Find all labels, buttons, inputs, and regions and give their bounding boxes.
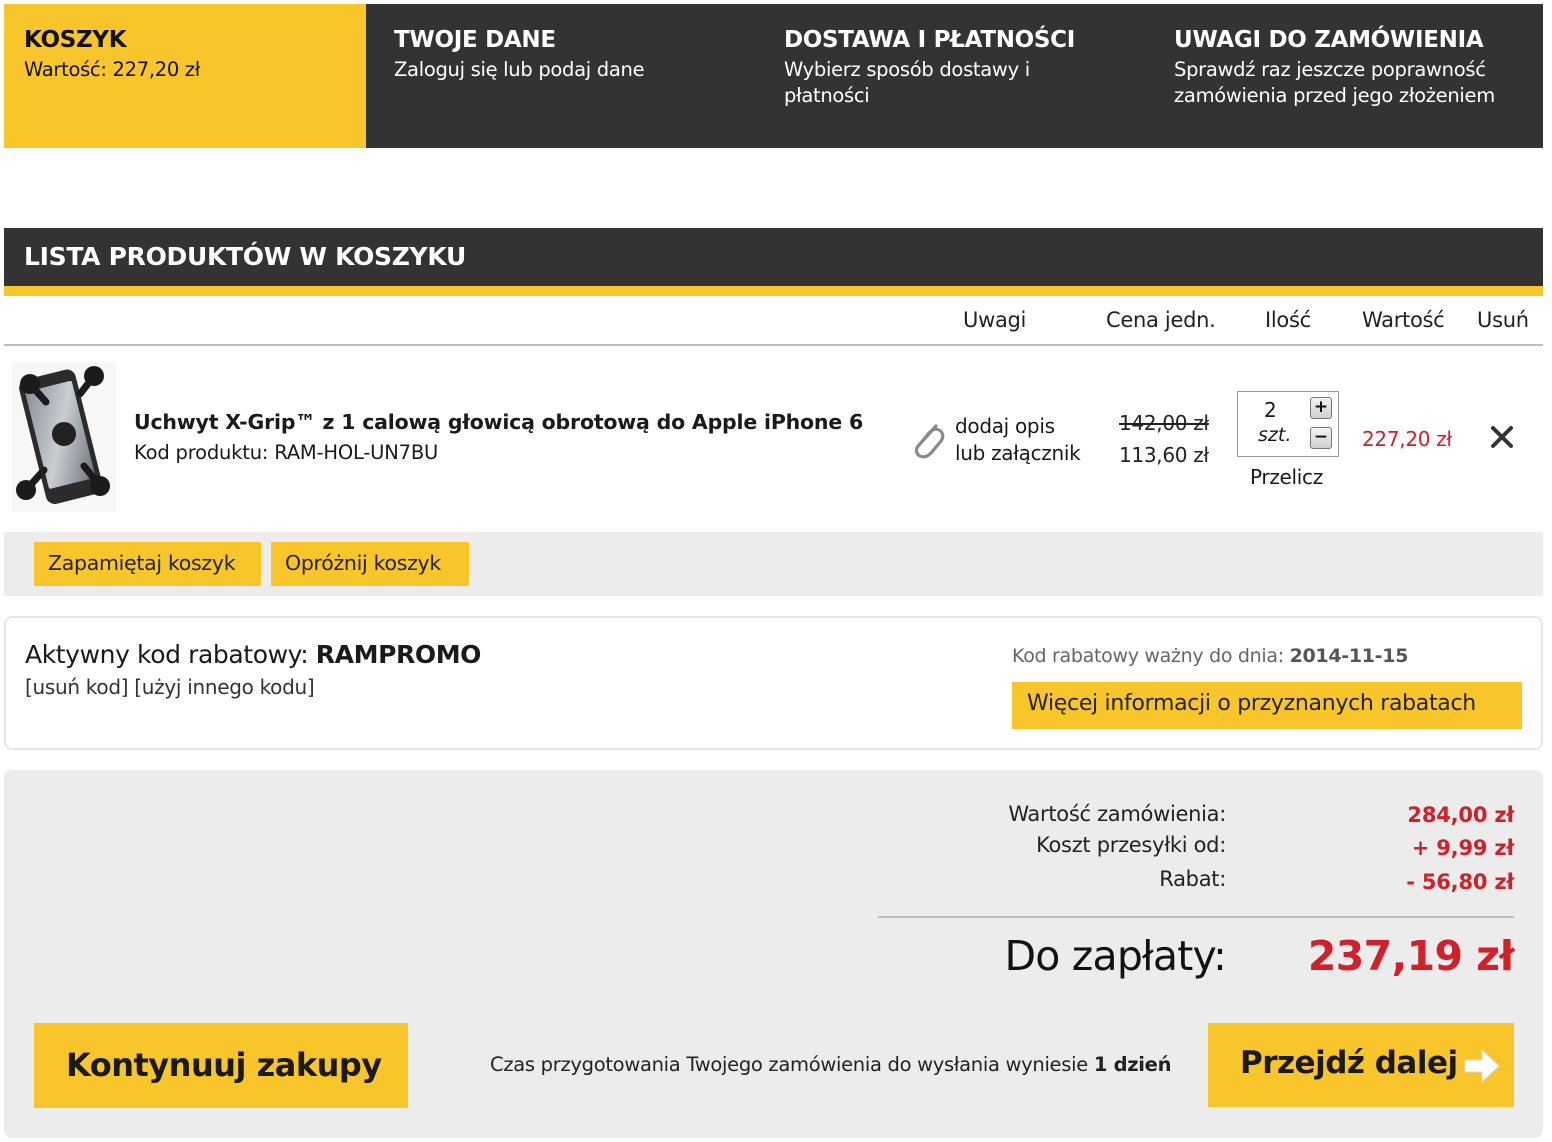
discount-valid-until: Kod rabatowy ważny do dnia: 2014-11-15: [1012, 645, 1408, 667]
product-name[interactable]: Uchwyt X-Grip™ z 1 calową głowicą obroto…: [134, 410, 863, 434]
remove-item-icon[interactable]: [1489, 424, 1515, 450]
column-header-remove: Usuń: [1477, 308, 1529, 332]
shipping-cost-label: Koszt przesyłki od:: [1036, 833, 1226, 857]
step-cart[interactable]: KOSZYK Wartość: 227,20 zł: [4, 4, 366, 148]
discount-code-label: Aktywny kod rabatowy: RAMPROMO: [25, 640, 481, 669]
step-notes-desc-line2: zamówienia przed jego złożeniem: [1174, 84, 1495, 107]
step-your-data[interactable]: TWOJE DANE Zaloguj się lub podaj dane: [394, 4, 764, 148]
total-label: Do zapłaty:: [1004, 932, 1226, 980]
step-delivery[interactable]: DOSTAWA I PŁATNOŚCI Wybierz sposób dosta…: [784, 4, 1154, 148]
discount-info-button[interactable]: Więcej informacji o przyznanych rabatach: [1012, 682, 1522, 729]
row-value: 227,20 zł: [1362, 427, 1452, 451]
discount-valid-date: 2014-11-15: [1289, 645, 1409, 667]
proceed-button-label: Przejdź dalej: [1240, 1045, 1458, 1081]
checkout-steps: KOSZYK Wartość: 227,20 zł TWOJE DANE Zal…: [4, 4, 1543, 148]
quantity-value[interactable]: 2: [1264, 398, 1277, 422]
product-code: Kod produktu: RAM-HOL-UN7BU: [134, 441, 439, 464]
order-value: 284,00 zł: [1407, 803, 1514, 827]
step-cart-desc: Wartość: 227,20 zł: [24, 58, 201, 81]
shipping-cost: + 9,99 zł: [1411, 836, 1514, 860]
step-your-data-title: TWOJE DANE: [394, 27, 556, 53]
paperclip-icon[interactable]: [910, 418, 946, 462]
step-cart-title: KOSZYK: [24, 27, 127, 53]
step-delivery-desc: Wybierz sposób dostawy i płatności: [784, 57, 1154, 109]
arrow-right-icon[interactable]: [1462, 1046, 1502, 1086]
column-header-notes: Uwagi: [963, 308, 1027, 332]
continue-shopping-button[interactable]: Kontynuuj zakupy: [34, 1023, 408, 1108]
unit-price-old: 142,00 zł: [1119, 411, 1209, 435]
quantity-decrease-button[interactable]: −: [1310, 427, 1332, 449]
quantity-increase-button[interactable]: +: [1310, 397, 1332, 419]
use-other-code-link[interactable]: [użyj innego kodu]: [134, 675, 314, 699]
column-header-value: Wartość: [1362, 308, 1445, 332]
step-notes-desc-line1: Sprawdź raz jeszcze poprawność: [1174, 58, 1486, 81]
cart-list-title-stripe: [4, 286, 1543, 296]
discount-amount: - 56,80 zł: [1406, 870, 1514, 894]
step-delivery-desc-line1: Wybierz sposób dostawy i: [784, 58, 1030, 81]
order-value-label: Wartość zamówienia:: [1008, 802, 1226, 826]
step-delivery-title: DOSTAWA I PŁATNOŚCI: [784, 27, 1076, 53]
total-amount: 237,19 zł: [1307, 932, 1515, 980]
discount-amount-label: Rabat:: [1159, 867, 1226, 891]
step-your-data-desc: Zaloguj się lub podaj dane: [394, 58, 645, 81]
step-delivery-desc-line2: płatności: [784, 84, 870, 107]
column-header-unit-price: Cena jedn.: [1106, 308, 1216, 332]
empty-cart-button[interactable]: Opróżnij koszyk: [271, 542, 469, 586]
remove-code-link[interactable]: [usuń kod]: [25, 675, 129, 699]
add-note-line2: lub załącznik: [955, 441, 1081, 465]
save-cart-button[interactable]: Zapamiętaj koszyk: [34, 542, 261, 586]
quantity-unit: szt.: [1258, 424, 1292, 446]
summary-divider: [878, 916, 1514, 918]
recalculate-link[interactable]: Przelicz: [1250, 465, 1323, 489]
preparation-time-text: Czas przygotowania Twojego zamówienia do…: [490, 1053, 1094, 1076]
add-note-line1: dodaj opis: [955, 414, 1055, 438]
column-header-divider: [4, 344, 1543, 346]
discount-links: [usuń kod] [użyj innego kodu]: [25, 675, 315, 699]
cart-list-title: LISTA PRODUKTÓW W KOSZYKU: [4, 228, 1543, 286]
step-notes[interactable]: UWAGI DO ZAMÓWIENIA Sprawdź raz jeszcze …: [1174, 4, 1543, 148]
preparation-time-days: 1 dzień: [1093, 1053, 1172, 1076]
discount-code-label-text: Aktywny kod rabatowy:: [25, 640, 316, 669]
preparation-time-note: Czas przygotowania Twojego zamówienia do…: [490, 1053, 1171, 1076]
discount-code-value: RAMPROMO: [315, 640, 482, 669]
discount-valid-label: Kod rabatowy ważny do dnia:: [1012, 645, 1290, 667]
step-notes-title: UWAGI DO ZAMÓWIENIA: [1174, 27, 1484, 53]
step-notes-desc: Sprawdź raz jeszcze poprawność zamówienia…: [1174, 57, 1543, 109]
add-note-link[interactable]: dodaj opis lub załącznik: [955, 413, 1095, 467]
column-header-quantity: Ilość: [1265, 308, 1311, 332]
unit-price-new: 113,60 zł: [1119, 443, 1209, 467]
product-image[interactable]: [12, 362, 116, 512]
